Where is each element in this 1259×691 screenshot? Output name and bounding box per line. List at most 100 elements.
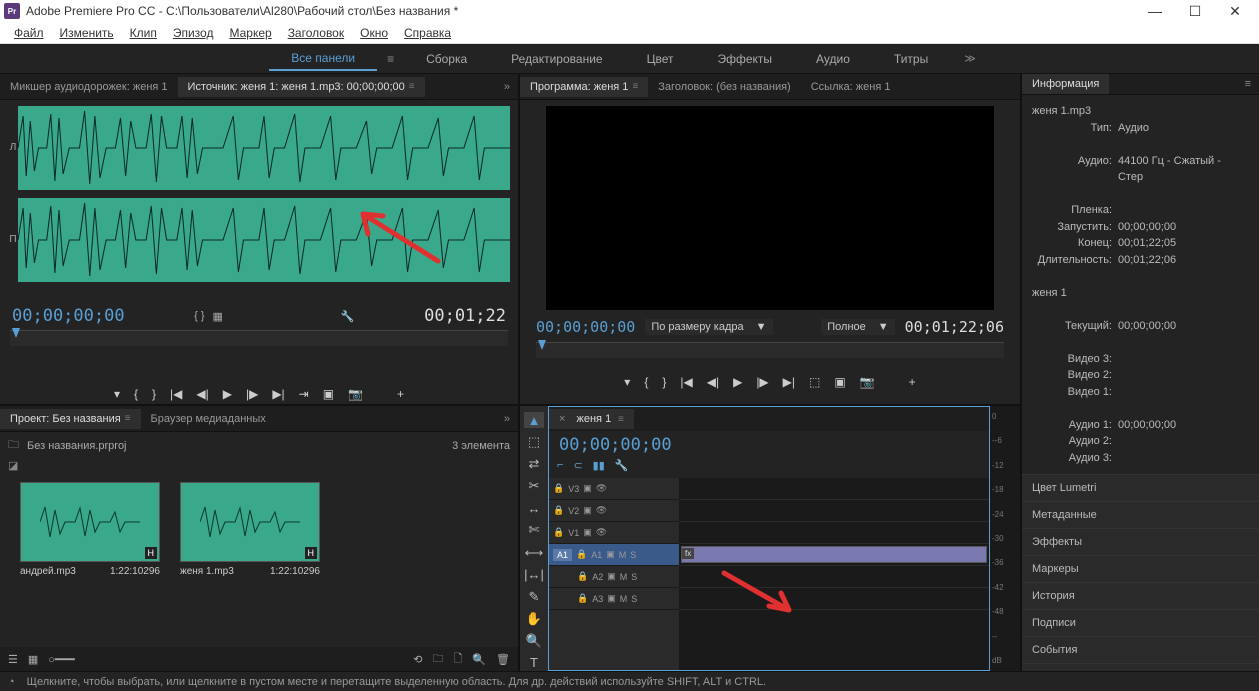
slip-tool[interactable]: ⟷ [524, 544, 544, 560]
type-tool[interactable]: T [524, 655, 544, 671]
workspace-color[interactable]: Цвет [625, 48, 696, 70]
tab-project[interactable]: Проект: Без названия≡ [0, 409, 141, 429]
program-ruler[interactable] [536, 342, 1004, 358]
marker-button[interactable]: ▮▮ [593, 459, 605, 472]
find-button[interactable]: 🔍 [472, 653, 486, 666]
insert-button[interactable]: ⇥ [299, 387, 309, 401]
step-fwd-button[interactable]: |▶ [246, 387, 258, 401]
panel-menu-icon[interactable]: ≡ [632, 81, 638, 92]
timeline-tracks[interactable]: fx [679, 478, 989, 670]
mark-in-button[interactable]: { [644, 375, 648, 389]
workspace-titles[interactable]: Титры [872, 48, 950, 70]
timeline-tab[interactable]: × женя 1 ≡ [549, 409, 634, 429]
add-marker-button[interactable]: ▾ [114, 387, 120, 401]
workspace-all-panels[interactable]: Все панели [269, 47, 377, 71]
menu-clip[interactable]: Клип [122, 24, 165, 42]
go-out-button[interactable]: ▶| [272, 387, 284, 401]
overwrite-button[interactable]: ▣ [323, 387, 334, 401]
workspace-overflow-icon[interactable]: ≫ [950, 48, 990, 69]
slide-tool[interactable]: |↔| [524, 567, 544, 583]
menu-title[interactable]: Заголовок [280, 24, 352, 42]
play-button[interactable]: ▶ [733, 375, 742, 389]
step-fwd-button[interactable]: |▶ [756, 375, 768, 389]
menu-help[interactable]: Справка [396, 24, 459, 42]
workspace-editing[interactable]: Редактирование [489, 48, 624, 70]
panel-menu-icon[interactable]: ≡ [409, 81, 415, 92]
track-a1-header[interactable]: A1🔒A1▣MS [549, 544, 679, 566]
list-view-button[interactable]: ☰ [8, 653, 18, 666]
tab-title[interactable]: Заголовок: (без названия) [648, 77, 800, 97]
filter-icon[interactable]: ◪ [8, 460, 18, 472]
export-frame-button[interactable]: 📷 [348, 387, 363, 401]
minimize-button[interactable]: — [1135, 3, 1175, 19]
panel-lumetri[interactable]: Цвет Lumetri [1022, 474, 1259, 501]
menu-edit[interactable]: Изменить [52, 24, 122, 42]
tl-settings-button[interactable]: 🔧 [615, 459, 629, 472]
track-a3-header[interactable]: 🔒A3▣MS [549, 588, 679, 610]
source-settings-icon[interactable]: 🔧 [341, 310, 355, 323]
new-bin-button[interactable]: 🗀 [432, 650, 443, 669]
panel-title-properties[interactable]: Свойства заголовка [1022, 663, 1259, 671]
mark-out-button[interactable]: } [152, 387, 156, 401]
rolling-tool[interactable]: ✂ [524, 478, 544, 494]
audio-clip[interactable]: fx [681, 546, 987, 563]
snap-button[interactable]: ⌐ [557, 459, 563, 472]
track-select-tool[interactable]: ⬚ [524, 434, 544, 450]
step-back-button[interactable]: ◀| [196, 387, 208, 401]
project-item[interactable]: H андрей.mp31:22:10296 [20, 482, 160, 577]
source-marker-icon[interactable]: ▦ [213, 310, 223, 323]
panel-effects[interactable]: Эффекты [1022, 528, 1259, 555]
transport-plus-button[interactable]: + [397, 387, 404, 401]
go-out-button[interactable]: ▶| [783, 375, 795, 389]
lift-button[interactable]: ⬚ [809, 375, 820, 389]
workspace-audio[interactable]: Аудио [794, 48, 872, 70]
sort-icon[interactable]: ⟲ [413, 653, 422, 666]
workspace-assembly[interactable]: Сборка [404, 48, 489, 70]
icon-view-button[interactable]: ▦ [28, 653, 38, 666]
ripple-tool[interactable]: ⇄ [524, 456, 544, 472]
program-monitor[interactable] [546, 106, 994, 310]
track-a2-header[interactable]: 🔒A2▣MS [549, 566, 679, 588]
maximize-button[interactable]: ☐ [1175, 3, 1215, 20]
source-tc-in[interactable]: 00;00;00;00 [12, 306, 125, 326]
linked-selection-button[interactable]: ⊂ [573, 459, 582, 472]
transport-plus-button[interactable]: + [909, 375, 916, 389]
hand-tool[interactable]: ✋ [524, 611, 544, 627]
project-item[interactable]: H женя 1.mp31:22:10296 [180, 482, 320, 577]
fit-dropdown[interactable]: По размеру кадра▼ [645, 319, 772, 335]
selection-tool[interactable]: ▲ [524, 412, 544, 428]
zoom-fit-icon[interactable]: { } [194, 310, 204, 323]
track-v2-header[interactable]: 🔒V2▣👁 [549, 500, 679, 522]
panel-menu-icon[interactable]: ≡ [615, 414, 624, 425]
new-item-button[interactable]: 🗋 [453, 650, 462, 669]
zoom-slider[interactable]: ○━━━ [48, 653, 75, 666]
panel-markers[interactable]: Маркеры [1022, 555, 1259, 582]
rate-stretch-tool[interactable]: ↔ [524, 500, 544, 516]
tab-program[interactable]: Программа: женя 1≡ [520, 77, 648, 97]
tab-audio-mixer[interactable]: Микшер аудиодорожек: женя 1 [0, 77, 178, 97]
program-tc-in[interactable]: 00;00;00;00 [536, 318, 635, 336]
playhead-icon[interactable] [12, 328, 20, 338]
tab-reference[interactable]: Ссылка: женя 1 [801, 77, 901, 97]
panel-metadata[interactable]: Метаданные [1022, 501, 1259, 528]
tab-media-browser[interactable]: Браузер медиаданных [141, 409, 276, 429]
go-in-button[interactable]: |◀ [170, 387, 182, 401]
workspace-menu-icon[interactable]: ≡ [377, 48, 404, 70]
source-ruler[interactable] [10, 330, 508, 346]
source-waveform[interactable]: Л П [8, 106, 510, 298]
track-v3-header[interactable]: 🔒V3▣👁 [549, 478, 679, 500]
step-back-button[interactable]: ◀| [707, 375, 719, 389]
go-in-button[interactable]: |◀ [680, 375, 692, 389]
source-overflow-icon[interactable]: » [496, 81, 518, 93]
razor-tool[interactable]: ✄ [524, 522, 544, 538]
pen-tool[interactable]: ✎ [524, 589, 544, 605]
quality-dropdown[interactable]: Полное▼ [821, 319, 894, 335]
bin-icon[interactable]: 🗀 [8, 436, 19, 455]
delete-button[interactable]: 🗑 [496, 653, 510, 666]
project-overflow-icon[interactable]: » [496, 413, 518, 425]
menu-file[interactable]: Файл [6, 24, 52, 42]
zoom-tool[interactable]: 🔍 [524, 633, 544, 649]
menu-window[interactable]: Окно [352, 24, 396, 42]
mark-out-button[interactable]: } [662, 375, 666, 389]
panel-history[interactable]: История [1022, 582, 1259, 609]
